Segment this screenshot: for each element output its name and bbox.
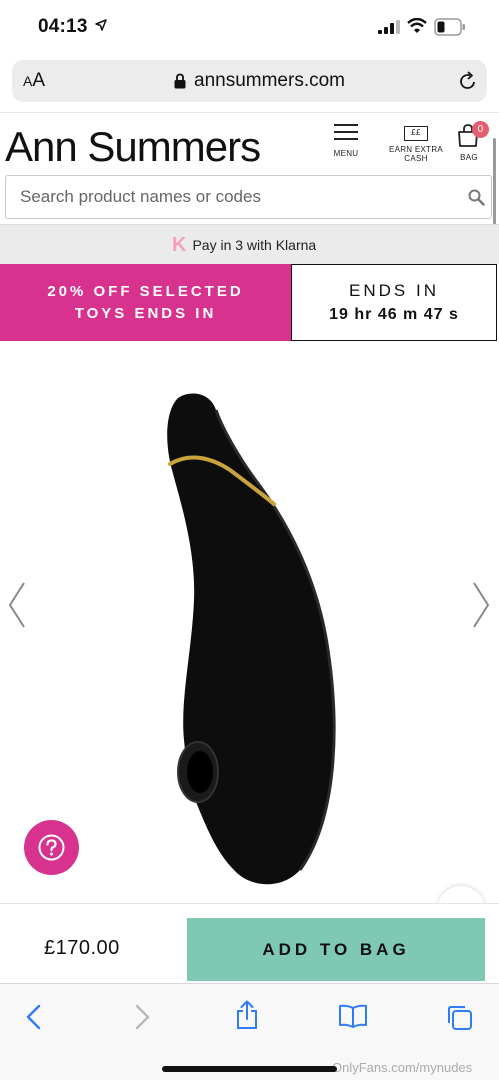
help-button[interactable]	[24, 820, 79, 875]
ends-in-label: ENDS IN	[349, 281, 439, 300]
klarna-text: Pay in 3 with Klarna	[192, 237, 317, 253]
browser-toolbar: OnlyFans.com/mynudes	[0, 983, 499, 1080]
battery-icon	[434, 18, 465, 36]
chevron-left-icon[interactable]	[6, 580, 28, 630]
tabs-icon[interactable]	[446, 1004, 474, 1032]
klarna-banner[interactable]: K Pay in 3 with Klarna	[0, 224, 499, 264]
product-image[interactable]	[150, 390, 350, 890]
cash-icon: ££	[404, 126, 428, 141]
cash-label-line2: CASH	[404, 154, 428, 163]
ann-summers-logo[interactable]: Ann Summers	[5, 123, 261, 171]
status-bar: 04:13	[0, 0, 499, 56]
wifi-icon	[407, 18, 427, 33]
location-arrow-icon	[95, 19, 107, 31]
chevron-right-icon[interactable]	[470, 580, 492, 630]
promo-line2: TOYS ENDS IN	[74, 305, 217, 322]
url-display[interactable]: annsummers.com	[174, 70, 345, 92]
bag-count-badge: 0	[472, 121, 489, 138]
promo-banner[interactable]: 20% OFF SELECTED TOYS ENDS IN ENDS IN 19…	[0, 264, 499, 341]
promo-line1: 20% OFF SELECTED	[47, 283, 244, 300]
menu-button[interactable]: MENU	[330, 123, 362, 158]
back-icon[interactable]	[24, 1004, 44, 1030]
klarna-logo: K	[172, 234, 187, 256]
menu-icon	[334, 124, 358, 140]
signal-icon	[378, 20, 400, 34]
earn-extra-cash-button[interactable]: ££ EARN EXTRA CASH	[388, 123, 444, 163]
status-time: 04:13	[38, 16, 88, 37]
menu-label: MENU	[333, 149, 359, 158]
product-price: £170.00	[44, 937, 120, 959]
promo-offer: 20% OFF SELECTED TOYS ENDS IN	[0, 264, 291, 341]
bookmarks-icon[interactable]	[338, 1004, 368, 1028]
forward-icon[interactable]	[132, 1004, 152, 1030]
address-bar[interactable]: AA annsummers.com	[12, 60, 487, 102]
reload-icon[interactable]	[458, 70, 478, 92]
site-header: Ann Summers MENU ££ EARN EXTRA CASH 0 BA…	[0, 112, 499, 174]
cash-label-line1: EARN EXTRA	[388, 145, 444, 154]
url-text: annsummers.com	[194, 70, 345, 91]
share-icon[interactable]	[234, 1000, 260, 1030]
search-box	[5, 175, 492, 219]
bag-label: BAG	[460, 153, 478, 162]
search-input[interactable]	[6, 176, 446, 218]
add-to-bag-button[interactable]: ADD TO BAG	[187, 918, 485, 981]
product-gallery	[0, 342, 499, 916]
search-icon[interactable]	[468, 189, 485, 206]
promo-countdown: ENDS IN 19 hr 46 m 47 s	[291, 264, 497, 341]
lock-icon	[174, 73, 186, 89]
home-indicator[interactable]	[162, 1066, 337, 1072]
watermark-text: OnlyFans.com/mynudes	[332, 1060, 473, 1075]
help-icon	[38, 834, 65, 861]
bag-button[interactable]: 0 BAG	[452, 121, 489, 162]
purchase-bar: £170.00 ADD TO BAG	[0, 903, 499, 983]
countdown-timer: 19 hr 46 m 47 s	[329, 306, 459, 323]
reader-aa-button[interactable]: AA	[23, 70, 45, 92]
